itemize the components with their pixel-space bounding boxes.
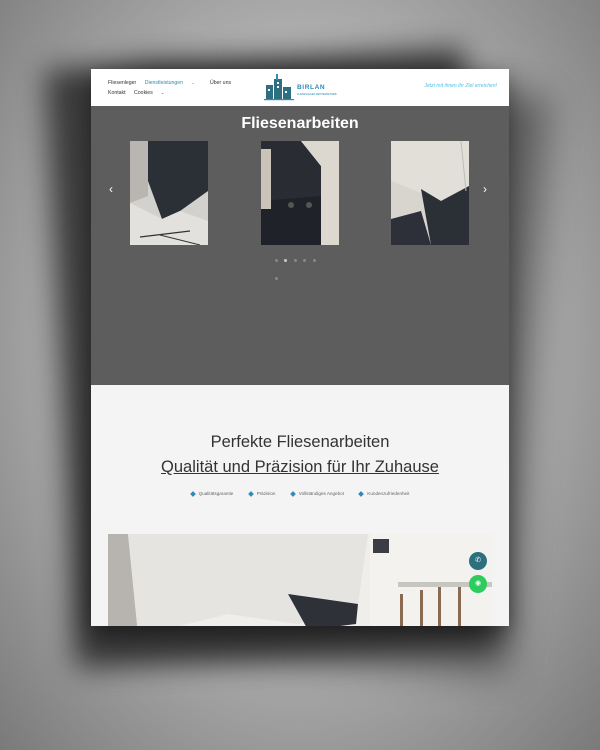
feature-label: Kundenzufriedenheit: [367, 491, 410, 496]
slider-dot[interactable]: [312, 259, 316, 262]
website-page: Fliesenleger Dienstleistungen ⌄ Über uns…: [91, 69, 509, 626]
feature-label: Vollständiges Angebot: [298, 491, 344, 496]
project-photo: [108, 534, 492, 626]
feature-item: Kundenzufriedenheit: [358, 490, 410, 497]
slider-dot[interactable]: [275, 277, 278, 280]
slider-dot[interactable]: [293, 259, 297, 262]
logo[interactable]: BIRLAN FLIESENLEGER MEISTERBETRIEB: [264, 73, 337, 103]
nav-item-label: Dienstleistungen: [144, 80, 184, 86]
section-subheading: Qualität und Präzision für Ihr Zuhause: [161, 458, 439, 476]
slide-image-3[interactable]: [391, 141, 469, 245]
section-heading: Perfekte Fliesenarbeiten: [210, 433, 390, 451]
feature-list: Qualitätsgarantie Präzision Vollständige…: [91, 490, 509, 497]
chevron-right-icon[interactable]: ›: [483, 182, 487, 196]
content-section: Perfekte Fliesenarbeiten Qualität und Pr…: [91, 385, 509, 626]
feature-label: Qualitätsgarantie: [198, 491, 234, 496]
house-logo-icon: [264, 74, 294, 101]
hero-slider: Fliesenarbeiten ‹ ›: [91, 106, 509, 385]
logo-subtitle: FLIESENLEGER MEISTERBETRIEB: [297, 93, 337, 96]
nav-item-dienstleistungen[interactable]: Dienstleistungen ⌄: [145, 80, 202, 86]
tag-icon: [247, 490, 254, 497]
feature-item: Vollständiges Angebot: [289, 490, 344, 497]
chevron-down-icon: ⌄: [190, 80, 195, 85]
nav-item-kontakt[interactable]: Kontakt: [108, 90, 126, 96]
feature-label: Präzision: [256, 491, 276, 496]
logo-text: BIRLAN: [297, 84, 326, 91]
main-nav: Fliesenleger Dienstleistungen ⌄ Über uns…: [108, 78, 248, 98]
header-cta-link[interactable]: Jetzt mit ihnen Ihr Ziel erreichen!: [424, 83, 497, 89]
slider-pagination: [275, 249, 325, 280]
nav-item-label: Cookies: [134, 90, 153, 96]
phone-icon[interactable]: ✆: [469, 552, 487, 570]
slide-image-2[interactable]: [261, 141, 339, 245]
site-header: Fliesenleger Dienstleistungen ⌄ Über uns…: [91, 69, 509, 106]
slider-dot[interactable]: [284, 259, 288, 262]
slide-image-1[interactable]: [130, 141, 208, 245]
nav-item-cookies[interactable]: Cookies ⌄: [134, 90, 171, 96]
whatsapp-icon[interactable]: ◉: [469, 575, 487, 593]
tag-icon: [358, 490, 365, 497]
hero-title: Fliesenarbeiten: [241, 115, 359, 132]
tag-icon: [289, 490, 296, 497]
tag-icon: [189, 490, 196, 497]
nav-item-fliesenleger[interactable]: Fliesenleger: [108, 80, 136, 86]
slider-dot[interactable]: [303, 259, 307, 262]
nav-item-ueber-uns[interactable]: Über uns: [210, 80, 231, 86]
feature-item: Qualitätsgarantie: [189, 490, 234, 497]
feature-item: Präzision: [247, 490, 276, 497]
chevron-left-icon[interactable]: ‹: [109, 182, 113, 196]
slider-dot[interactable]: [275, 259, 278, 262]
chevron-down-icon: ⌄: [159, 90, 165, 95]
